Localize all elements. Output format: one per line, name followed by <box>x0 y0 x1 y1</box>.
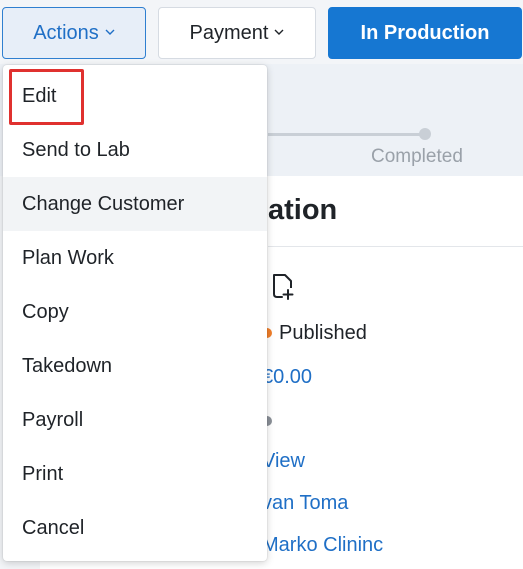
menu-item-print[interactable]: Print <box>3 447 267 501</box>
menu-item-plan-work[interactable]: Plan Work <box>3 231 267 285</box>
menu-item-payroll[interactable]: Payroll <box>3 393 267 447</box>
menu-item-change-customer[interactable]: Change Customer <box>3 177 267 231</box>
toolbar: Actions Payment In Production <box>0 0 523 64</box>
menu-item-copy[interactable]: Copy <box>3 285 267 339</box>
payment-button-label: Payment <box>189 21 269 44</box>
status-row: Published <box>262 322 367 345</box>
menu-item-edit[interactable]: Edit <box>3 69 267 123</box>
progress-step-completed-label: Completed <box>371 146 463 167</box>
person-link[interactable]: van Toma <box>262 492 348 515</box>
clinic-link[interactable]: Marko Clininc <box>262 534 383 557</box>
menu-item-send-to-lab[interactable]: Send to Lab <box>3 123 267 177</box>
in-production-button[interactable]: In Production <box>328 7 522 59</box>
menu-item-takedown[interactable]: Takedown <box>3 339 267 393</box>
actions-dropdown-button[interactable]: Actions <box>2 7 146 59</box>
amount-link[interactable]: €0.00 <box>262 366 312 389</box>
progress-step-completed <box>419 128 431 140</box>
progress-line <box>268 133 424 136</box>
actions-button-label: Actions <box>33 21 99 44</box>
section-title: ation <box>268 194 338 226</box>
menu-item-cancel[interactable]: Cancel <box>3 501 267 555</box>
divider <box>268 246 523 247</box>
status-text: Published <box>279 322 367 344</box>
chevron-down-icon <box>105 27 115 37</box>
view-link[interactable]: View <box>262 450 305 473</box>
actions-menu: Edit Send to Lab Change Customer Plan Wo… <box>3 65 267 561</box>
chevron-down-icon <box>274 27 284 37</box>
payment-dropdown-button[interactable]: Payment <box>158 7 316 59</box>
add-document-icon[interactable] <box>270 272 296 302</box>
